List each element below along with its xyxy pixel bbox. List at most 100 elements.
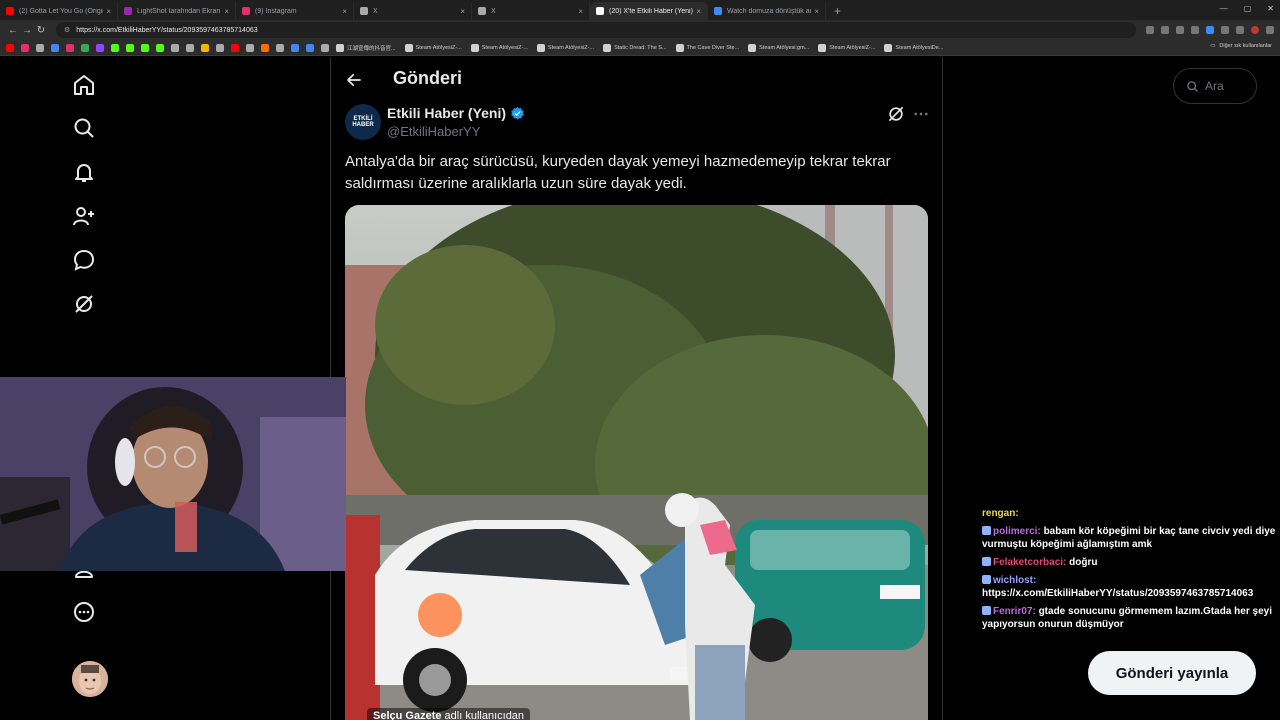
author-name-text: Etkili Haber (Yeni) (387, 105, 507, 121)
back-button[interactable] (343, 69, 365, 91)
chat-message: Felaketcorbaci: doğru (982, 556, 1277, 569)
bookmark-icon[interactable] (111, 43, 119, 52)
extension-icon[interactable] (1176, 26, 1184, 34)
nav-follow[interactable] (70, 202, 98, 230)
extension-icon[interactable] (1206, 26, 1214, 34)
grok-icon (888, 106, 904, 122)
nav-notifications[interactable] (70, 158, 98, 186)
bookmark-item[interactable]: Steam AtölyesiZ-... (818, 43, 875, 52)
nav-explore[interactable] (70, 114, 98, 142)
nav-more[interactable] (70, 598, 98, 626)
bookmark-icon[interactable] (126, 43, 134, 52)
author-handle[interactable]: @EtkiliHaberYY (387, 124, 480, 139)
extension-icon[interactable] (1221, 26, 1229, 34)
tab-close-icon[interactable]: × (106, 7, 111, 16)
bookmark-icon[interactable] (21, 43, 29, 52)
browser-tab[interactable]: X × (354, 2, 472, 20)
back-nav-icon[interactable]: ← (6, 25, 20, 36)
tab-close-icon[interactable]: × (460, 7, 465, 16)
tab-close-icon[interactable]: × (814, 7, 819, 16)
menu-icon[interactable] (1266, 26, 1274, 34)
tab-favicon-icon (124, 7, 132, 15)
browser-tab[interactable]: LightShot tarafından Ekran Görün× (118, 2, 236, 20)
bookmark-icon[interactable] (6, 43, 14, 52)
nav-grok[interactable] (70, 290, 98, 318)
browser-tab[interactable]: (9) Instagram × (236, 2, 354, 20)
tab-favicon-icon (6, 7, 14, 15)
account-avatar[interactable] (72, 661, 108, 697)
browser-tab[interactable]: (2) Gotta Let You Go (Original '95× (0, 2, 118, 20)
post-more-button[interactable] (911, 104, 931, 124)
extension-icon[interactable] (1146, 26, 1154, 34)
verified-badge-icon (511, 106, 524, 120)
bookmark-icon[interactable] (276, 43, 284, 52)
tab-close-icon[interactable]: × (696, 7, 701, 16)
profile-icon[interactable] (1251, 26, 1259, 34)
tab-close-icon[interactable]: × (342, 7, 347, 16)
browser-tab[interactable]: Watch domuza dönüştük aq İyegi× (708, 2, 826, 20)
bookmark-item[interactable]: Steam AtölyesiZ-... (404, 43, 462, 52)
tab-close-icon[interactable]: × (578, 7, 583, 16)
folder-icon: ▭ (1210, 43, 1216, 49)
bookmark-icon[interactable] (246, 43, 254, 52)
url-field[interactable]: ⚙ https://x.com/EtkiliHaberYY/status/209… (56, 22, 1136, 38)
bookmark-icon[interactable] (321, 43, 329, 52)
tab-title: (9) Instagram (255, 7, 297, 15)
bookmark-item[interactable]: Steam Atölyesi:gm... (748, 43, 810, 52)
bookmark-icon[interactable] (261, 43, 269, 52)
close-window-icon[interactable]: ✕ (1267, 4, 1274, 13)
post-button[interactable]: Gönderi yayınla (1088, 651, 1256, 695)
browser-tab[interactable]: (20) X'te Etkili Haber (Yeni): "A× (590, 2, 708, 20)
chat-text: https://x.com/EtkiliHaberYY/status/20935… (982, 588, 1254, 599)
bookmark-icon[interactable] (201, 43, 209, 52)
chat-bubble-icon (73, 249, 95, 271)
bookmark-icon[interactable] (51, 43, 59, 52)
bookmark-item[interactable]: Steam AtölyesiZ-... (536, 43, 595, 52)
bookmark-icon[interactable] (186, 43, 194, 52)
forward-nav-icon[interactable]: → (20, 25, 34, 36)
bookmark-icon[interactable] (291, 43, 299, 52)
author-avatar[interactable]: ETKİLİ HABER (345, 104, 381, 140)
bookmark-icon[interactable] (231, 43, 239, 52)
tab-close-icon[interactable]: × (224, 7, 229, 16)
bookmark-item[interactable]: Steam AtölyesiDe... (884, 43, 943, 52)
bookmark-icon[interactable] (216, 43, 224, 52)
bookmark-icon[interactable] (306, 43, 314, 52)
bookmark-icon[interactable] (156, 43, 164, 52)
nav-messages[interactable] (70, 246, 98, 274)
new-tab-button[interactable]: + (826, 2, 849, 20)
author-name[interactable]: Etkili Haber (Yeni) (387, 105, 525, 121)
other-bookmarks[interactable]: ▭ Diğer sık kullanılanlar (1210, 43, 1272, 49)
tab-favicon-icon (714, 7, 722, 15)
nav-home[interactable] (70, 71, 98, 99)
bookmark-item[interactable]: Static Dread: The S... (603, 43, 667, 52)
bookmark-item[interactable]: 江湖宣傳的抖音官... (336, 43, 396, 52)
bookmark-icon[interactable] (141, 43, 149, 52)
media-source-user: Selçu Gazete (373, 710, 442, 720)
bookmark-icon[interactable] (66, 43, 74, 52)
bookmark-label: Steam AtölyesiZ-... (547, 44, 595, 51)
bookmark-label: Steam Atölyesi:gm... (759, 44, 810, 51)
reload-icon[interactable]: ↻ (34, 25, 48, 36)
tab-title: (2) Gotta Let You Go (Original '95 (19, 7, 103, 15)
maximize-icon[interactable]: ▢ (1244, 4, 1252, 13)
minimize-icon[interactable]: — (1220, 4, 1228, 13)
search-input[interactable]: Ara (1173, 68, 1257, 104)
bookmark-icon[interactable] (81, 43, 89, 52)
extension-icon[interactable] (1161, 26, 1169, 34)
extension-icon[interactable] (1236, 26, 1244, 34)
media-source-caption[interactable]: Selçu Gazete adlı kullanıcıdan (367, 708, 531, 720)
bookmark-star-icon[interactable] (1191, 26, 1199, 34)
chat-username: rengan: (982, 508, 1019, 519)
grok-explain-button[interactable] (886, 104, 906, 124)
chat-username: polimerci: (993, 526, 1041, 537)
bookmark-icon[interactable] (36, 43, 44, 52)
bookmark-icon[interactable] (171, 43, 179, 52)
site-info-icon[interactable]: ⚙ (64, 26, 70, 34)
bookmark-item[interactable]: Steam AtölyesiZ-... (470, 43, 528, 52)
browser-tab[interactable]: X × (472, 2, 590, 20)
bookmark-icon[interactable] (96, 43, 104, 52)
post-video[interactable]: Selçu Gazete adlı kullanıcıdan (345, 205, 928, 720)
address-bar-row: ← → ↻ ⚙ https://x.com/EtkiliHaberYY/stat… (0, 20, 1280, 40)
bookmark-item[interactable]: The Cave Diver Ste... (675, 43, 739, 52)
